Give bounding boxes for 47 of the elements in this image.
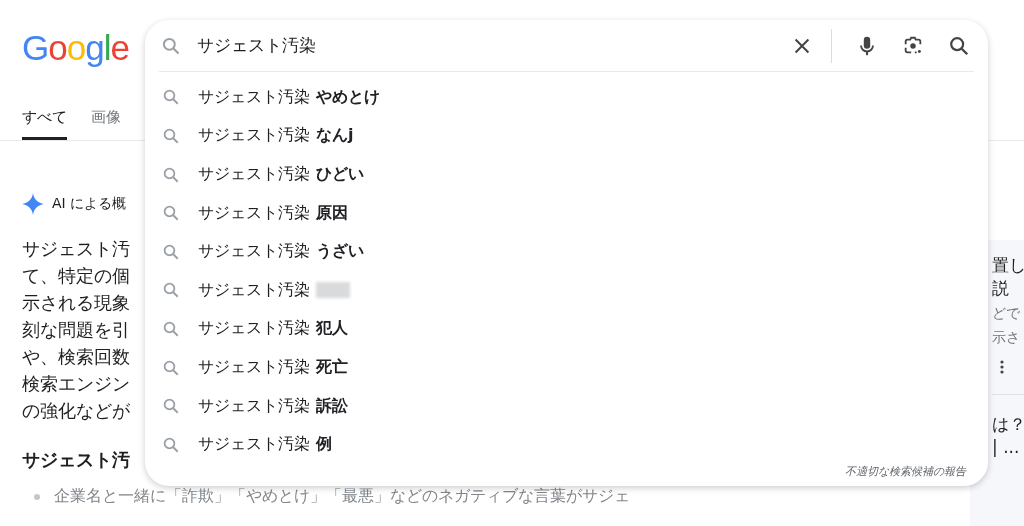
suggestion-item[interactable]: サジェスト汚染 犯人 xyxy=(145,309,988,349)
search-icon xyxy=(161,35,181,56)
search-icon xyxy=(162,281,180,300)
overview-text: 示される現象 xyxy=(22,291,131,315)
suggestion-item[interactable]: サジェスト汚染 ひどい xyxy=(145,155,988,194)
search-icon xyxy=(162,435,180,454)
search-icon xyxy=(162,126,180,145)
search-icon xyxy=(162,88,180,107)
search-icon xyxy=(162,397,180,416)
blurred-text xyxy=(316,282,350,299)
overview-text: や、検索回数 xyxy=(22,345,131,369)
ai-overview-label: AI による概 xyxy=(52,195,127,213)
suggestion-item[interactable]: サジェスト汚染 原因 xyxy=(145,193,988,233)
report-link[interactable]: 不適切な検索候補の報告 xyxy=(845,464,966,479)
suggestion-item[interactable]: サジェスト汚染 なんj xyxy=(145,116,988,156)
overview-text: 刻な問題を引 xyxy=(22,318,131,342)
overview-text: の強化などが xyxy=(22,399,131,423)
more-icon[interactable] xyxy=(1000,360,1004,374)
tab[interactable]: 画像 xyxy=(91,102,121,140)
overview-heading: サジェスト汚 xyxy=(22,448,131,472)
suggestion-item[interactable]: サジェスト汚染 xyxy=(145,271,988,310)
overview-text: 検索エンジン xyxy=(22,372,131,396)
overview-text: て、特定の個 xyxy=(22,264,131,288)
suggestion-item[interactable]: サジェスト汚染 うざい xyxy=(145,232,988,272)
result-snippet: 示さ xyxy=(992,328,1021,347)
result-title[interactable]: 置し xyxy=(992,254,1024,277)
tab[interactable]: すべて xyxy=(22,102,67,140)
search-icon xyxy=(162,242,180,261)
result-title[interactable]: | ... xyxy=(992,436,1024,459)
suggestion-item[interactable]: サジェスト汚染 例 xyxy=(145,425,988,464)
search-icon[interactable] xyxy=(948,34,970,57)
google-logo[interactable]: Google xyxy=(22,28,129,68)
search-icon xyxy=(162,319,180,338)
search-icon xyxy=(162,358,180,377)
bullet-text: 企業名と一緒に「詐欺」「やめとけ」「最悪」などのネガティブな言葉がサジェ xyxy=(54,486,630,507)
result-snippet: どで xyxy=(992,304,1021,323)
search-field[interactable]: サジェスト汚染 xyxy=(197,35,767,56)
result-title[interactable]: 説 xyxy=(992,277,1024,300)
suggestion-item[interactable]: サジェスト汚染 訴訟 xyxy=(145,386,988,426)
search-icon xyxy=(162,204,180,223)
suggestion-item[interactable]: サジェスト汚染 死亡 xyxy=(145,348,988,387)
suggestion-item[interactable]: サジェスト汚染 やめとけ xyxy=(145,78,988,117)
search-icon xyxy=(162,165,180,184)
result-title[interactable]: は？ xyxy=(992,413,1024,436)
sparkle-icon xyxy=(22,193,44,215)
bullet-icon xyxy=(34,493,40,500)
overview-text: サジェスト汚 xyxy=(22,237,131,261)
